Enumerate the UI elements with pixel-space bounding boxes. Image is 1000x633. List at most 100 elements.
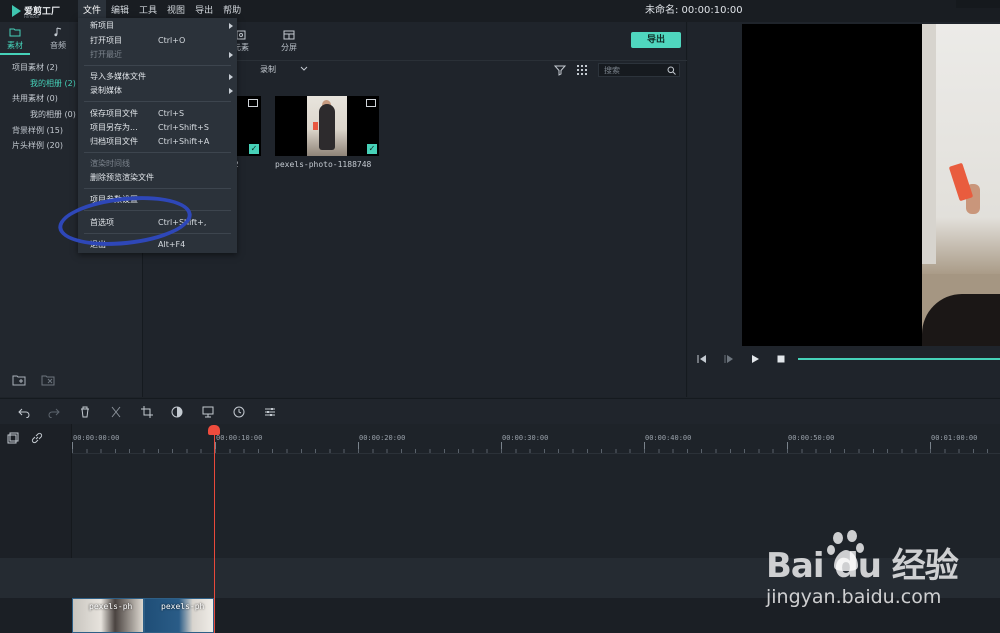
preview-panel — [688, 22, 1000, 397]
ruler-label: 00:01:00:00 — [931, 434, 978, 442]
submenu-arrow-icon — [229, 23, 233, 29]
playhead-line[interactable] — [214, 432, 215, 633]
timeline-clip[interactable]: pexels-ph — [144, 598, 214, 633]
project-title: 未命名: 00:00:10:00 — [645, 5, 743, 16]
delete-folder-icon[interactable] — [41, 374, 55, 386]
link-icon[interactable] — [31, 432, 43, 444]
clock-icon[interactable] — [233, 406, 245, 418]
undo-icon[interactable] — [18, 406, 30, 418]
menu-item-shortcut: Ctrl+Shift+S — [158, 123, 209, 132]
record-dropdown[interactable]: 录制 — [260, 64, 276, 75]
checkmark-icon: ✓ — [249, 144, 259, 154]
menu-item-label: 导入多媒体文件 — [90, 72, 146, 81]
preview-screen[interactable] — [742, 24, 1000, 346]
edit-toolbar — [0, 398, 1000, 424]
menu-item-import-media[interactable]: 导入多媒体文件 — [78, 70, 237, 84]
filter-icon[interactable] — [554, 64, 566, 76]
menu-item-save-project[interactable]: 保存项目文件 Ctrl+S — [78, 107, 237, 121]
redo-icon[interactable] — [48, 406, 60, 418]
tab-media-label: 素材 — [7, 41, 23, 50]
crop-icon[interactable] — [141, 406, 153, 418]
image-type-icon — [248, 99, 258, 107]
library-footer — [12, 374, 67, 388]
music-note-icon — [54, 27, 62, 37]
logo-mark-icon — [12, 5, 21, 17]
playback-controls — [688, 350, 1000, 368]
search-icon — [667, 66, 676, 75]
menu-item-label: 归档项目文件 — [90, 137, 138, 146]
menu-separator — [84, 65, 231, 66]
playback-progress-bar[interactable] — [798, 358, 1000, 360]
ruler-label: 00:00:50:00 — [788, 434, 835, 442]
step-forward-icon[interactable] — [723, 353, 735, 365]
export-button[interactable]: 导出 — [631, 32, 681, 48]
preview-wall — [922, 24, 936, 264]
tab-split-screen-label: 分屏 — [281, 43, 297, 52]
play-icon[interactable] — [749, 353, 761, 365]
menu-item-label: 新项目 — [90, 21, 114, 30]
menu-item-label: 打开最近 — [90, 50, 122, 59]
delete-icon[interactable] — [79, 406, 91, 418]
window-controls[interactable] — [956, 0, 1000, 8]
timeline-clip[interactable]: pexels-ph — [72, 598, 144, 633]
chevron-down-icon[interactable] — [299, 64, 309, 74]
media-item[interactable]: ✓ — [275, 96, 379, 156]
submenu-arrow-icon — [229, 52, 233, 58]
menu-item-delete-render-files[interactable]: 删除预览渲染文件 — [78, 171, 237, 185]
search-placeholder: 搜索 — [604, 66, 620, 75]
menu-separator — [84, 101, 231, 102]
baidu-watermark: Bai du 经验 jingyan.baidu.com — [766, 528, 996, 628]
split-screen-icon — [283, 30, 295, 40]
media-item-label: pexels-photo-1188748 — [275, 160, 372, 169]
preview-photo — [922, 24, 1000, 346]
folder-icon — [9, 28, 21, 37]
menu-item-save-as[interactable]: 项目另存为... Ctrl+Shift+S — [78, 121, 237, 135]
menu-item-render-timeline[interactable]: 渲染时间线 — [78, 157, 237, 171]
watermark-url: jingyan.baidu.com — [766, 586, 942, 608]
paw-logo-icon — [827, 530, 864, 571]
menu-item-open-project[interactable]: 打开项目 Ctrl+O — [78, 34, 237, 48]
playhead-handle[interactable] — [208, 425, 220, 435]
menu-item-label: 录制媒体 — [90, 86, 122, 95]
menu-item-shortcut: Ctrl+S — [158, 109, 185, 118]
menu-item-label: 保存项目文件 — [90, 109, 138, 118]
image-type-icon — [366, 99, 376, 107]
ruler-minor-ticks — [72, 445, 1000, 453]
ruler-label: 00:00:40:00 — [645, 434, 692, 442]
submenu-arrow-icon — [229, 74, 233, 80]
thumbnail-phone — [313, 122, 318, 130]
color-icon[interactable] — [171, 406, 183, 418]
clip-label: pexels-ph — [161, 602, 205, 611]
menu-item-label: 删除预览渲染文件 — [90, 173, 154, 182]
menu-item-open-recent[interactable]: 打开最近 — [78, 48, 237, 62]
checkmark-icon: ✓ — [367, 144, 377, 154]
menu-item-label: 渲染时间线 — [90, 159, 130, 168]
menu-item-shortcut: Alt+F4 — [158, 240, 186, 249]
ruler-label: 00:00:20:00 — [359, 434, 406, 442]
cut-icon[interactable] — [110, 406, 122, 418]
menu-separator — [84, 188, 231, 189]
ruler-label: 00:00:30:00 — [502, 434, 549, 442]
app-logo: 爱剪工厂 Filmora — [12, 3, 70, 19]
tab-split-screen[interactable]: 分屏 — [281, 30, 297, 53]
add-track-icon[interactable] — [7, 432, 19, 444]
clip-label: pexels-ph — [89, 602, 133, 611]
tab-media[interactable]: 素材 — [0, 27, 30, 55]
stop-icon[interactable] — [775, 353, 787, 365]
thumbnail-person — [319, 104, 335, 150]
menu-item-archive-project[interactable]: 归档项目文件 Ctrl+Shift+A — [78, 135, 237, 149]
menu-item-record-media[interactable]: 录制媒体 — [78, 84, 237, 98]
menu-item-new-project[interactable]: 新项目 — [78, 19, 237, 33]
grid-view-icon[interactable] — [576, 64, 588, 76]
ruler-label: 00:00:00:00 — [73, 434, 120, 442]
adjust-icon[interactable] — [264, 406, 276, 418]
menu-separator — [84, 152, 231, 153]
green-screen-icon[interactable] — [202, 406, 214, 418]
preview-phone — [948, 162, 974, 202]
new-folder-icon[interactable] — [12, 374, 26, 386]
skip-back-icon[interactable] — [696, 353, 708, 365]
menu-item-shortcut: Ctrl+O — [158, 36, 186, 45]
tab-audio[interactable]: 音频 — [43, 27, 73, 55]
search-input[interactable]: 搜索 — [598, 63, 680, 77]
ruler-label: 00:00:10:00 — [216, 434, 263, 442]
